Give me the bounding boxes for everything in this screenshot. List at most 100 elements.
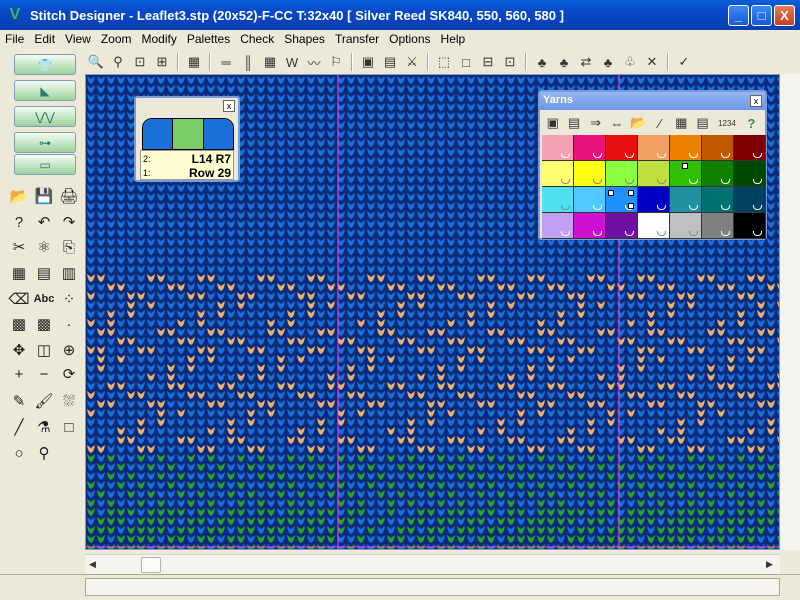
yw-arrow-icon[interactable]: ⇒ [587, 114, 604, 132]
sweater-tool[interactable]: 👕 [14, 54, 76, 75]
save-icon[interactable]: 💾 [33, 185, 55, 207]
machine-icon[interactable]: ▦ [185, 53, 203, 71]
dot-icon[interactable]: · [58, 313, 80, 335]
maximize-button[interactable]: □ [751, 5, 772, 26]
fill-icon[interactable]: ⚗ [33, 416, 55, 438]
plus-icon[interactable]: + [8, 363, 30, 385]
yarn-color-swatch[interactable] [606, 187, 638, 213]
select-ext-icon[interactable]: ⊡ [501, 53, 519, 71]
yw-palette2-icon[interactable]: ▤ [565, 114, 582, 132]
menu-transfer[interactable]: Transfer [330, 32, 384, 46]
yarn-color-swatch[interactable] [574, 135, 606, 161]
close-button[interactable]: X [774, 5, 795, 26]
minimize-button[interactable]: _ [728, 5, 749, 26]
yarn-color-swatch[interactable] [542, 187, 574, 213]
panel-close-button[interactable]: x [223, 100, 235, 112]
title-bar[interactable]: V Stitch Designer - Leaflet3.stp (20x52)… [0, 0, 800, 30]
yarns-close-button[interactable]: x [750, 95, 762, 107]
garment4-icon[interactable]: ♣ [599, 53, 617, 71]
yw-mix-icon[interactable]: ⁄ [651, 114, 668, 132]
yarn-color-swatch[interactable] [670, 187, 702, 213]
yw-open-icon[interactable]: 📂 [630, 114, 647, 132]
yarn-swatch[interactable] [203, 119, 233, 149]
pattern-tool[interactable]: ⋁⋁ [14, 106, 76, 127]
yarn-swatch[interactable] [172, 119, 204, 149]
ruler-v-icon[interactable]: ║ [239, 53, 257, 71]
scroll-thumb[interactable] [141, 557, 161, 573]
yarn-color-swatch[interactable] [574, 213, 606, 239]
check-icon[interactable]: ✓ [675, 53, 693, 71]
spray-icon[interactable]: ⛆ [58, 390, 80, 412]
yw-palette-icon[interactable]: ▣ [544, 114, 561, 132]
yarn-color-swatch[interactable] [638, 213, 670, 239]
menu-view[interactable]: View [60, 32, 96, 46]
print-icon[interactable]: 🖨 [58, 185, 80, 207]
scroll-right-icon[interactable]: ▶ [766, 559, 773, 570]
brush-icon[interactable]: 🖌 [33, 390, 55, 412]
grid-c-icon[interactable]: ▥ [58, 262, 80, 284]
garment1-icon[interactable]: ♣ [533, 53, 551, 71]
yarn-color-swatch[interactable] [606, 161, 638, 187]
lasso-icon[interactable]: ⟳ [58, 363, 80, 385]
yarn-color-swatch[interactable] [606, 135, 638, 161]
rect-icon[interactable]: □ [58, 416, 80, 438]
yarn-position-panel[interactable]: x 2: L14 R7 1: Row 29 [134, 96, 240, 182]
zoom-out-icon[interactable]: ⚲ [109, 53, 127, 71]
rotate-icon[interactable]: ⊕ [58, 339, 80, 361]
move-icon[interactable]: ✥ [8, 339, 30, 361]
grid-a-icon[interactable]: ▦ [8, 262, 30, 284]
erase-icon[interactable]: ⌫ [8, 288, 30, 310]
yarns-window[interactable]: Yarns x ▣ ▤ ⇒ ⇔ 📂 ⁄ ▦ ▤ 1234? [538, 90, 767, 240]
select-icon[interactable]: ⬚ [435, 53, 453, 71]
camera-icon[interactable]: ⚛ [33, 236, 55, 258]
yarn-color-swatch[interactable] [734, 187, 766, 213]
yw-number-icon[interactable]: 1234 [715, 114, 738, 132]
line-icon[interactable]: ╱ [8, 416, 30, 438]
yw-swap-icon[interactable]: ⇔ [608, 114, 625, 132]
grid-b-icon[interactable]: ▤ [33, 262, 55, 284]
garment2-icon[interactable]: ♣ [555, 53, 573, 71]
menu-palettes[interactable]: Palettes [182, 32, 235, 46]
horizontal-scrollbar[interactable]: ◀ ▶ [85, 554, 780, 574]
garment3-icon[interactable]: ⇄ [577, 53, 595, 71]
yarn-color-swatch[interactable] [542, 161, 574, 187]
palette-icon[interactable]: ▣ [359, 53, 377, 71]
yarn-color-swatch[interactable] [670, 161, 702, 187]
pencil-icon[interactable]: ✎ [8, 390, 30, 412]
yarn-color-swatch[interactable] [702, 135, 734, 161]
yarn-color-swatch[interactable] [638, 161, 670, 187]
ruler-h-icon[interactable]: ═ [217, 53, 235, 71]
select-all-icon[interactable]: ⊟ [479, 53, 497, 71]
yarn-color-swatch[interactable] [542, 135, 574, 161]
yarn-color-swatch[interactable] [670, 213, 702, 239]
undo-icon[interactable]: ↶ [33, 211, 55, 233]
garment5-icon[interactable]: ♧ [621, 53, 639, 71]
zoom-fit-icon[interactable]: ⊡ [131, 53, 149, 71]
yarn-color-swatch[interactable] [702, 161, 734, 187]
stitch-view-icon[interactable]: W [283, 53, 301, 71]
menu-zoom[interactable]: Zoom [96, 32, 137, 46]
paste-icon[interactable]: ⎘ [58, 236, 80, 258]
selection-handle[interactable] [628, 203, 634, 209]
selection-handle[interactable] [682, 163, 688, 169]
menu-file[interactable]: File [0, 32, 29, 46]
cut-icon[interactable]: ✂ [8, 236, 30, 258]
menu-modify[interactable]: Modify [137, 32, 182, 46]
yw-grid-icon[interactable]: ▦ [673, 114, 690, 132]
rainbow-icon[interactable]: 〰 [305, 53, 323, 71]
eyedropper-icon[interactable]: ⚲ [33, 442, 55, 464]
machine-tool[interactable]: ⊶ [14, 132, 76, 153]
yarn-color-swatch[interactable] [734, 135, 766, 161]
circle-icon[interactable]: ○ [8, 442, 30, 464]
pattern-icon[interactable]: ⚐ [327, 53, 345, 71]
menu-help[interactable]: Help [436, 32, 471, 46]
cross-icon[interactable]: ⚔ [403, 53, 421, 71]
scatter-icon[interactable]: ⁘ [58, 288, 80, 310]
yarn-color-swatch[interactable] [638, 187, 670, 213]
vertical-scrollbar[interactable] [780, 74, 800, 550]
palette2-icon[interactable]: ▤ [381, 53, 399, 71]
zoom-window-icon[interactable]: ⊞ [153, 53, 171, 71]
yarn-color-swatch[interactable] [734, 213, 766, 239]
mirror-icon[interactable]: ◫ [33, 339, 55, 361]
select-rect-icon[interactable]: □ [457, 53, 475, 71]
